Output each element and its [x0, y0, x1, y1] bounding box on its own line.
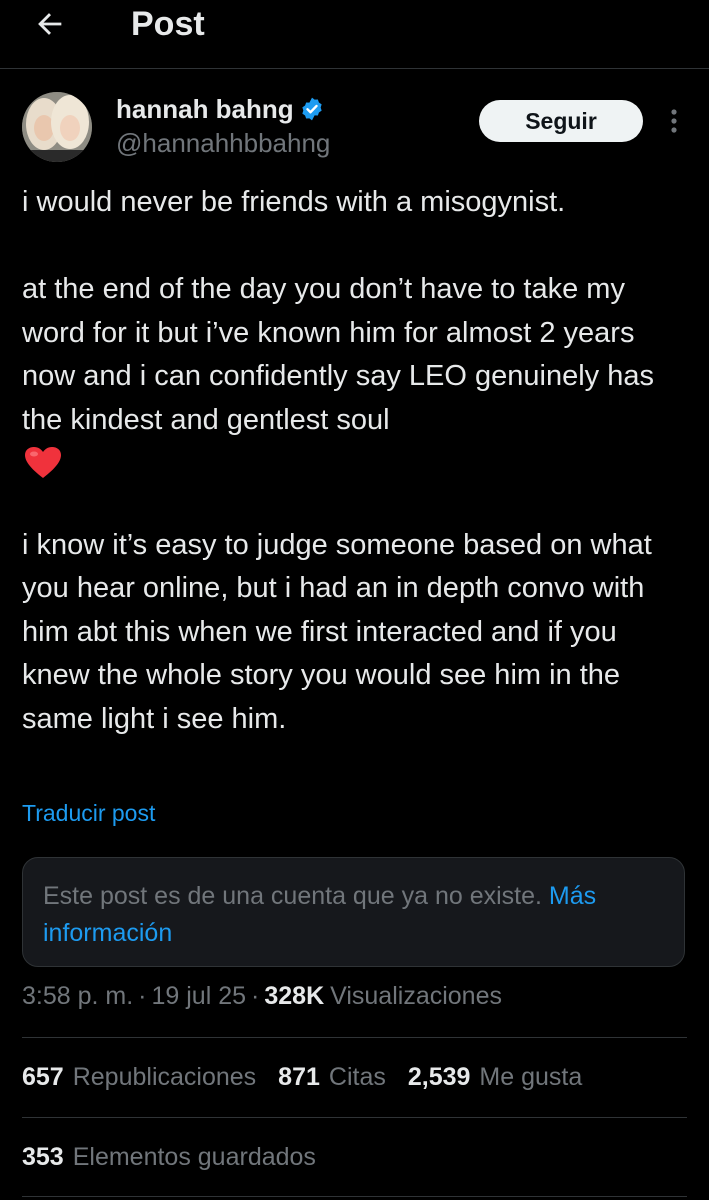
follow-button[interactable]: Seguir — [479, 100, 643, 142]
post-paragraph-1: i would never be friends with a misogyni… — [22, 186, 566, 218]
post-date[interactable]: 19 jul 25 — [152, 982, 247, 1011]
quotes-stat[interactable]: 871 Citas — [278, 1063, 386, 1092]
more-options-icon — [671, 109, 677, 133]
bookmarks-stat[interactable]: 353 Elementos guardados — [22, 1143, 316, 1172]
author-name-row[interactable]: hannah bahng — [116, 92, 325, 126]
meta-separator: · — [251, 982, 260, 1010]
back-arrow-icon — [38, 13, 62, 35]
translate-post-link[interactable]: Traducir post — [22, 800, 155, 827]
reposts-count: 657 — [22, 1063, 64, 1091]
post-paragraph-2: at the end of the day you don’t have to … — [22, 273, 654, 436]
post-meta: 3:58 p. m. · 19 jul 25 · 328K Visualizac… — [22, 982, 502, 1011]
likes-label: Me gusta — [479, 1063, 583, 1091]
views-count: 328K — [264, 982, 325, 1010]
red-heart-emoji — [25, 447, 61, 478]
back-button[interactable] — [26, 2, 74, 46]
avatar[interactable] — [22, 92, 92, 162]
divider — [22, 1117, 687, 1118]
quotes-count: 871 — [278, 1063, 320, 1091]
page-title: Post — [131, 5, 205, 43]
likes-count: 2,539 — [407, 1063, 471, 1091]
author-name[interactable]: hannah bahng — [116, 94, 294, 125]
divider — [22, 1196, 687, 1197]
post-time[interactable]: 3:58 p. m. — [22, 982, 133, 1011]
deleted-account-notice: Este post es de una cuenta que ya no exi… — [22, 857, 685, 967]
verified-badge-icon — [302, 97, 322, 121]
reposts-label: Republicaciones — [72, 1063, 257, 1091]
likes-stat[interactable]: 2,539 Me gusta — [408, 1063, 582, 1092]
bookmarks-count: 353 — [22, 1143, 64, 1171]
reposts-stat[interactable]: 657 Republicaciones — [22, 1063, 256, 1092]
author-handle[interactable]: @hannahhbbahng — [116, 128, 330, 159]
post-paragraph-3: i know it’s easy to judge someone based … — [22, 528, 652, 735]
avatar-photo — [22, 92, 92, 162]
divider — [22, 1037, 687, 1038]
post-text: i would never be friends with a misogyni… — [22, 181, 692, 741]
more-options-button[interactable] — [660, 106, 688, 136]
notice-text: Este post es de una cuenta que ya no exi… — [43, 882, 542, 910]
bookmarks-label: Elementos guardados — [72, 1143, 316, 1171]
top-bar: Post — [0, 0, 709, 69]
views-label: Visualizaciones — [330, 982, 502, 1010]
meta-separator: · — [138, 982, 147, 1010]
engagement-stats: 657 Republicaciones 871 Citas 2,539 Me g… — [22, 1063, 604, 1092]
quotes-label: Citas — [328, 1063, 386, 1091]
bookmarks-row: 353 Elementos guardados — [22, 1143, 338, 1172]
